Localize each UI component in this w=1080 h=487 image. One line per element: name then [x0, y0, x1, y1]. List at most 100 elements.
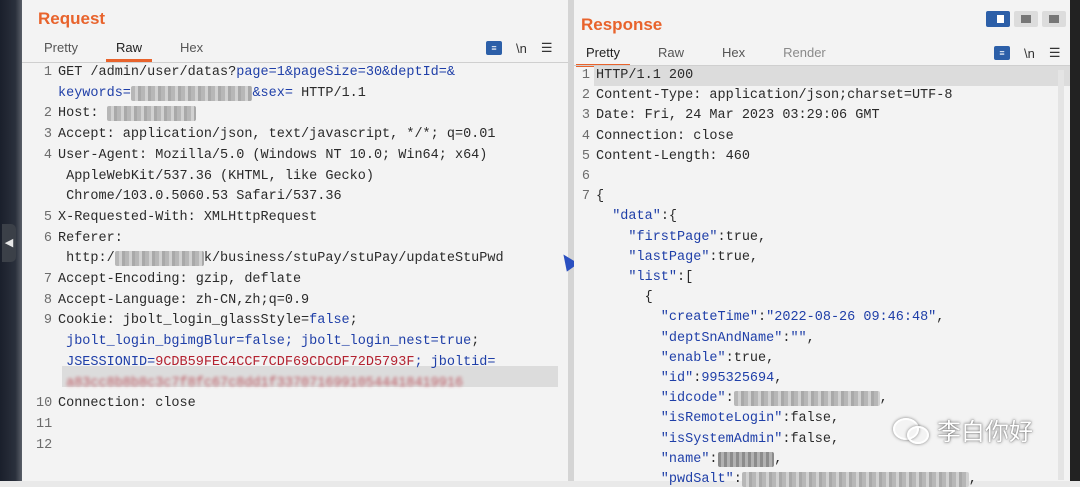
- response-code-token: "xxxxxxxxxxxxxxxx": [733, 391, 880, 407]
- response-code-token: "deptSnAndName": [596, 330, 783, 346]
- collapse-left-icon[interactable]: ◀: [2, 224, 16, 262]
- response-code-line: "isSystemAdmin":false,: [596, 432, 839, 447]
- response-code-token: "isRemoteLogin": [596, 411, 783, 427]
- request-code-token: true: [438, 334, 472, 350]
- request-code-line: Host: xxxxxxxxxxx: [58, 106, 196, 122]
- response-wrap-icon[interactable]: ≡: [994, 46, 1010, 60]
- response-tab-hex[interactable]: Hex: [718, 45, 749, 60]
- response-code-token: "lastPage": [596, 249, 710, 265]
- response-code-token: "pwdSalt": [596, 472, 734, 487]
- request-code-token: Chrome/103.0.5060.53 Safari/537.36: [58, 189, 342, 205]
- request-header-divider: [22, 62, 568, 63]
- request-code-token: keywords=: [58, 85, 131, 101]
- request-title: Request: [38, 9, 106, 28]
- request-code-token: ;: [471, 334, 480, 350]
- response-panel: Response Pretty Raw Hex Render ≡ \n ☰ 1H…: [574, 0, 1070, 487]
- response-code-line: Connection: close: [596, 129, 734, 144]
- request-code-token: false: [309, 313, 350, 329]
- request-newline-icon[interactable]: \n: [516, 41, 527, 56]
- response-code-token: {: [596, 189, 605, 205]
- response-menu-icon[interactable]: ☰: [1049, 45, 1061, 61]
- request-line-number: 11: [36, 416, 53, 432]
- response-code-line: "deptSnAndName":"",: [596, 331, 815, 346]
- response-code-token: "id": [596, 371, 694, 386]
- request-line-number: 4: [43, 147, 52, 163]
- request-code-token: AppleWebKit/537.36 (KHTML, like Gecko): [58, 168, 374, 184]
- response-code-line: "idcode":"xxxxxxxxxxxxxxxx",: [596, 391, 888, 407]
- response-code-line: Date: Fri, 24 Mar 2023 03:29:06 GMT: [596, 108, 880, 123]
- response-code-line: "firstPage":true,: [596, 230, 766, 245]
- response-code-token: "list": [596, 270, 678, 285]
- request-code-line: http:/xxxxxxxxxxxk/business/stuPay/stuPa…: [58, 251, 504, 267]
- request-wrap-icon[interactable]: ≡: [486, 41, 502, 55]
- response-code-token: :: [758, 310, 767, 326]
- request-line-number: 8: [43, 292, 52, 308]
- request-tab-pretty[interactable]: Pretty: [40, 40, 82, 55]
- response-code-token: "2022-08-26 09:46:48": [766, 310, 937, 326]
- request-code-line: Connection: close: [58, 396, 196, 411]
- response-code-token: ,: [774, 451, 783, 467]
- request-code-token: User-Agent: Mozilla/5.0 (Windows NT 10.0…: [58, 147, 488, 163]
- request-code-token: xxxxxxxxxxx: [114, 251, 204, 267]
- response-code-token: :false,: [782, 411, 840, 427]
- response-code-token: ,: [774, 371, 783, 386]
- wechat-icon: [893, 416, 929, 444]
- watermark-text: 李白你好: [937, 419, 1033, 446]
- response-code-token: "idcode": [596, 391, 726, 407]
- response-code-line: "createTime":"2022-08-26 09:46:48",: [596, 310, 945, 326]
- request-line-number: 12: [36, 437, 53, 453]
- request-code-token: &sex=: [252, 85, 293, 101]
- request-code-token: Cookie: jbolt_login_glassStyle=: [58, 313, 310, 329]
- request-code-token: GET /admin/user/datas?: [58, 65, 237, 80]
- request-code-token: 9CDB59FEC4CCF7CDF69CDCDF72D5793F: [155, 354, 415, 370]
- response-tab-pretty[interactable]: Pretty: [576, 45, 630, 67]
- response-line-number: 7: [581, 189, 590, 205]
- response-code-token: {: [596, 290, 653, 306]
- response-scrollbar[interactable]: [1058, 70, 1064, 480]
- left-screen-edge: ◀: [0, 0, 22, 481]
- response-code-token: :true,: [717, 229, 767, 245]
- response-code-token: Date: Fri, 24 Mar 2023 03:29:06 GMT: [596, 108, 880, 124]
- response-code-token: HTTP/1.1 200: [596, 68, 694, 83]
- response-newline-icon[interactable]: \n: [1024, 46, 1035, 61]
- response-code-token: "xxxxxxxxxxxxxxxxxxxxxxxxxx": [741, 472, 969, 487]
- request-panel: Request Pretty Raw Hex ≡ \n ☰ 1 GET /admi…: [22, 0, 568, 481]
- layout-side-by-side-icon[interactable]: [986, 11, 1010, 27]
- response-code-token: Content-Type: application/json;charset=U…: [596, 88, 953, 104]
- response-code-line: "name":"xxxxx",: [596, 451, 783, 467]
- response-code-token: Content-Length: 460: [596, 148, 750, 164]
- request-code-token: xxxxxxxxxxx: [106, 106, 196, 122]
- request-code-token: ; jbolt_login_nest=: [284, 334, 439, 350]
- response-code-token: Connection: close: [596, 128, 734, 144]
- response-tab-raw[interactable]: Raw: [654, 45, 688, 60]
- request-code-token: a83cc8b8b8c3c7f8fc67c8dd1f33707169910544…: [58, 375, 464, 391]
- response-line-number: 4: [581, 128, 590, 144]
- response-code-token: "createTime": [596, 310, 759, 326]
- request-code-token: Connection: close: [58, 396, 196, 412]
- response-tabs: Pretty Raw Hex Render: [576, 45, 860, 67]
- response-tab-render[interactable]: Render: [779, 45, 830, 60]
- response-code-line: "id":995325694,: [596, 371, 783, 386]
- response-code-token: ,: [806, 330, 815, 346]
- request-code-token: jbolt_login_bgimgBlur=: [58, 334, 245, 350]
- request-code-line: JSESSIONID=9CDB59FEC4CCF7CDF69CDCDF72D57…: [58, 355, 495, 370]
- response-line-number: 2: [581, 88, 590, 104]
- watermark: 李白你好: [893, 412, 1033, 447]
- request-code-line: Accept-Encoding: gzip, deflate: [58, 272, 301, 287]
- response-code-line: {: [596, 290, 653, 305]
- request-menu-icon[interactable]: ☰: [541, 40, 553, 56]
- response-code-line: "isRemoteLogin":false,: [596, 411, 839, 426]
- response-code-line: "enable":true,: [596, 351, 774, 366]
- response-code-line: "list":[: [596, 270, 693, 285]
- request-code-token: Accept: application/json, text/javascrip…: [58, 127, 496, 143]
- layout-tabbed-icon[interactable]: [1042, 11, 1066, 27]
- request-tab-raw[interactable]: Raw: [105, 40, 153, 62]
- request-tab-hex[interactable]: Hex: [176, 40, 207, 55]
- request-code-line: GET /admin/user/datas?page=1&pageSize=30…: [58, 65, 455, 80]
- response-code-token: "data": [596, 209, 661, 225]
- response-code-line: Content-Type: application/json;charset=U…: [596, 88, 952, 103]
- layout-stacked-icon[interactable]: [1014, 11, 1038, 27]
- response-title: Response: [581, 15, 663, 34]
- response-code-token: :[: [677, 270, 694, 285]
- request-code-line: Chrome/103.0.5060.53 Safari/537.36: [58, 189, 342, 205]
